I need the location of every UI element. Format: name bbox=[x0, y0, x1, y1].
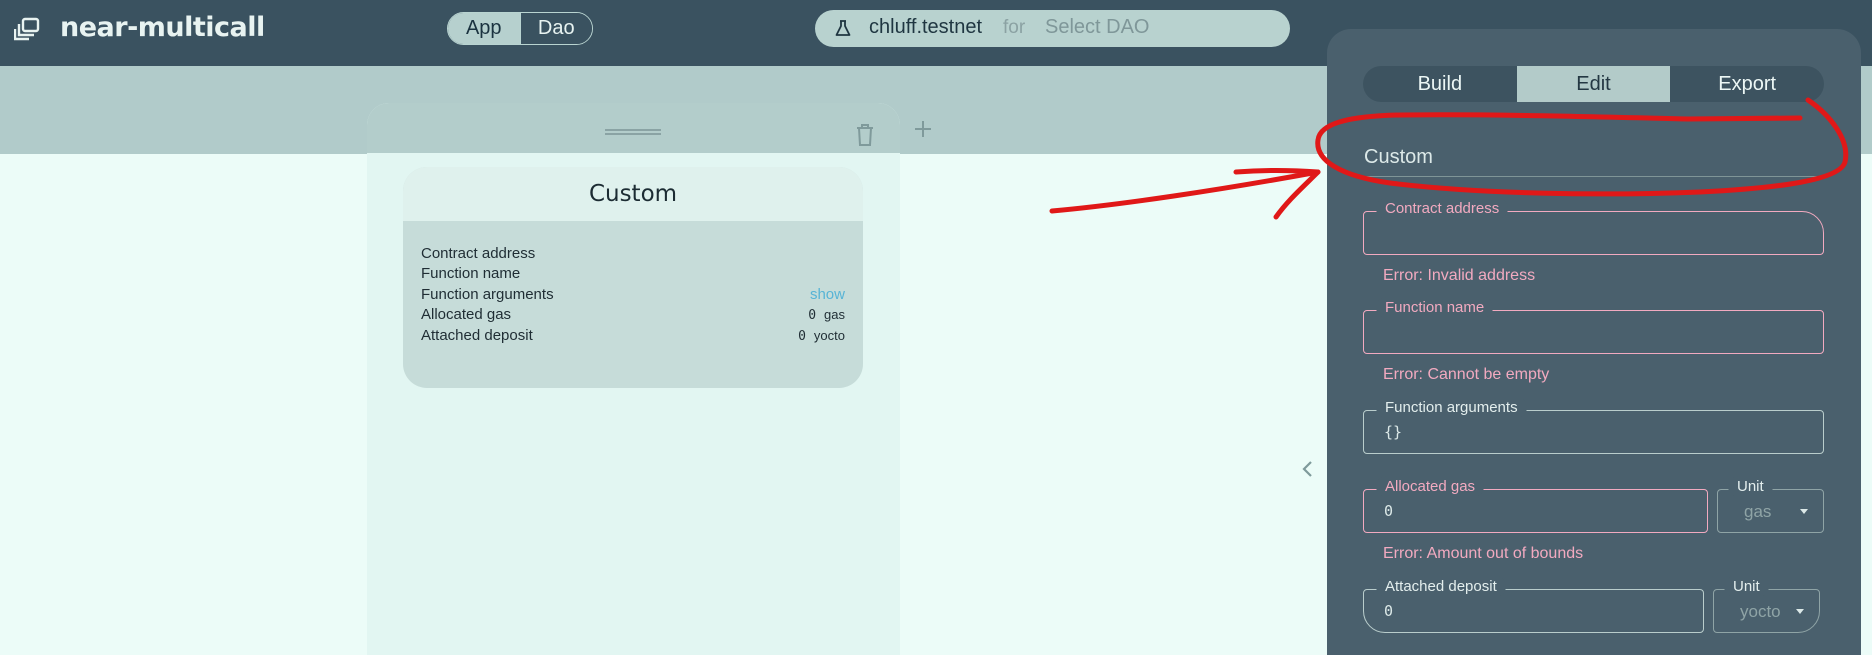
detail-row: Function arguments show bbox=[421, 284, 845, 305]
contract-address-error: Error: Invalid address bbox=[1383, 267, 1536, 284]
allocated-gas-label: Allocated gas bbox=[421, 306, 512, 324]
allocated-gas-readout: 0 gas bbox=[808, 306, 845, 323]
task-card[interactable]: Custom Contract address Function name Fu… bbox=[403, 167, 863, 388]
edit-panel: Build Edit Export Custom Contract addres… bbox=[1327, 29, 1861, 655]
caret-down-icon bbox=[1796, 609, 1804, 614]
task-card-title: Custom bbox=[588, 181, 678, 207]
annotation-arrow-head bbox=[1233, 168, 1321, 220]
mode-dao-button[interactable]: Dao bbox=[519, 13, 592, 44]
chevron-left-icon[interactable] bbox=[1301, 459, 1315, 479]
allocated-gas-field-label: Allocated gas bbox=[1376, 476, 1485, 497]
annotation-arrow-shaft bbox=[1049, 169, 1321, 214]
attached-deposit-field[interactable]: Attached deposit 0 bbox=[1363, 576, 1704, 633]
function-arguments-label: Function arguments bbox=[421, 285, 554, 303]
plus-icon[interactable] bbox=[912, 118, 934, 140]
allocated-gas-unit: gas bbox=[824, 307, 845, 323]
attached-deposit-value: 0 bbox=[798, 328, 806, 344]
mode-toggle: App Dao bbox=[447, 12, 593, 45]
multicall-logo-icon[interactable] bbox=[14, 17, 42, 41]
attached-deposit-label: Attached deposit bbox=[421, 326, 533, 344]
attached-deposit-unit: yocto bbox=[813, 327, 845, 343]
attached-deposit-input-value[interactable]: 0 bbox=[1384, 602, 1393, 620]
function-arguments-input-value[interactable]: {} bbox=[1384, 423, 1402, 441]
divider bbox=[1363, 176, 1824, 177]
detail-row: Function name bbox=[421, 264, 845, 285]
allocated-gas-error: Error: Amount out of bounds bbox=[1383, 545, 1584, 562]
caret-down-icon bbox=[1800, 509, 1808, 514]
detail-row: Allocated gas 0 gas bbox=[421, 305, 845, 326]
function-name-field[interactable]: Function name bbox=[1363, 297, 1824, 354]
wallet-selector[interactable]: chluff.testnet for Select DAO bbox=[815, 10, 1290, 47]
contract-address-field[interactable]: Contract address bbox=[1363, 198, 1824, 255]
function-arguments-field-label: Function arguments bbox=[1376, 397, 1527, 418]
show-arguments-link[interactable]: show bbox=[810, 286, 845, 303]
detail-row: Attached deposit 0 yocto bbox=[421, 325, 845, 346]
account-name[interactable]: chluff.testnet bbox=[869, 16, 982, 39]
gas-unit-select[interactable]: Unit gas bbox=[1717, 476, 1824, 533]
flask-icon bbox=[835, 20, 851, 36]
function-arguments-field[interactable]: Function arguments {} bbox=[1363, 397, 1824, 454]
app-title: near-multicall bbox=[60, 12, 265, 43]
for-label: for bbox=[1003, 17, 1026, 38]
contract-address-field-label: Contract address bbox=[1376, 198, 1509, 219]
task-card-details: Contract address Function name Function … bbox=[421, 243, 845, 346]
function-name-error: Error: Cannot be empty bbox=[1383, 366, 1550, 383]
detail-row: Contract address bbox=[421, 243, 845, 264]
mode-app-button[interactable]: App bbox=[448, 13, 520, 44]
drag-handle-icon[interactable] bbox=[605, 129, 661, 135]
panel-tabs: Build Edit Export bbox=[1363, 66, 1824, 102]
dao-select-input[interactable]: Select DAO bbox=[1045, 16, 1149, 39]
contract-address-label: Contract address bbox=[421, 244, 536, 262]
deposit-unit-value: yocto bbox=[1740, 602, 1780, 621]
gas-unit-label: Unit bbox=[1728, 476, 1773, 497]
trash-icon[interactable] bbox=[855, 123, 875, 147]
attached-deposit-readout: 0 yocto bbox=[798, 327, 845, 344]
deposit-unit-label: Unit bbox=[1724, 576, 1769, 597]
tab-export[interactable]: Export bbox=[1670, 66, 1824, 102]
tab-edit[interactable]: Edit bbox=[1516, 66, 1671, 102]
deposit-unit-select[interactable]: Unit yocto bbox=[1713, 576, 1820, 633]
column-header bbox=[367, 103, 900, 153]
allocated-gas-value: 0 bbox=[808, 308, 817, 324]
attached-deposit-field-label: Attached deposit bbox=[1376, 576, 1506, 597]
allocated-gas-input-value[interactable]: 0 bbox=[1384, 502, 1393, 520]
allocated-gas-field[interactable]: Allocated gas 0 bbox=[1363, 476, 1708, 533]
function-name-field-label: Function name bbox=[1376, 297, 1494, 318]
tab-build[interactable]: Build bbox=[1363, 66, 1517, 102]
panel-title: Custom bbox=[1364, 146, 1433, 168]
gas-unit-value: gas bbox=[1744, 502, 1772, 521]
function-name-label: Function name bbox=[421, 265, 521, 283]
task-card-header: Custom bbox=[403, 167, 863, 221]
